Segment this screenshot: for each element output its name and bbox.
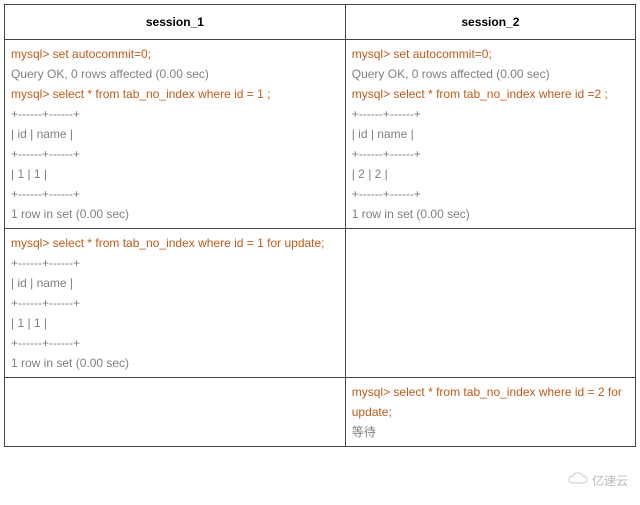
sql-line: mysql> set autocommit=0; [352, 44, 629, 64]
result-line: | 2 | 2 | [352, 164, 629, 184]
result-line: | 1 | 1 | [11, 164, 339, 184]
cell-r1-left: mysql> set autocommit=0; Query OK, 0 row… [5, 40, 346, 229]
watermark-text: 亿速云 [592, 472, 628, 489]
sql-line: mysql> select * from tab_no_index where … [11, 233, 339, 253]
result-line: +------+------+ [352, 144, 629, 164]
result-line: +------+------+ [11, 333, 339, 353]
cloud-icon [568, 472, 588, 489]
cell-r2-right [345, 229, 635, 378]
result-line: 等待 [352, 422, 629, 442]
result-line: 1 row in set (0.00 sec) [352, 204, 629, 224]
cell-r2-left: mysql> select * from tab_no_index where … [5, 229, 346, 378]
cell-r1-right: mysql> set autocommit=0; Query OK, 0 row… [345, 40, 635, 229]
watermark: 亿速云 [568, 472, 628, 489]
result-line: +------+------+ [11, 144, 339, 164]
result-line: 1 row in set (0.00 sec) [11, 204, 339, 224]
result-line: +------+------+ [11, 253, 339, 273]
result-line: +------+------+ [352, 184, 629, 204]
sql-line: mysql> select * from tab_no_index where … [352, 84, 629, 104]
result-line: +------+------+ [11, 184, 339, 204]
result-line: | id | name | [11, 124, 339, 144]
result-line: 1 row in set (0.00 sec) [11, 353, 339, 373]
sql-line: mysql> set autocommit=0; [11, 44, 339, 64]
sql-line: mysql> select * from tab_no_index where … [352, 382, 629, 422]
result-line: | id | name | [352, 124, 629, 144]
header-session-2: session_2 [345, 5, 635, 40]
result-line: | id | name | [11, 273, 339, 293]
sql-session-table: session_1 session_2 mysql> set autocommi… [4, 4, 636, 447]
result-line: +------+------+ [11, 293, 339, 313]
result-line: Query OK, 0 rows affected (0.00 sec) [11, 64, 339, 84]
header-row: session_1 session_2 [5, 5, 636, 40]
table-row: mysql> set autocommit=0; Query OK, 0 row… [5, 40, 636, 229]
result-line: | 1 | 1 | [11, 313, 339, 333]
cell-r3-right: mysql> select * from tab_no_index where … [345, 378, 635, 447]
header-session-1: session_1 [5, 5, 346, 40]
table-row: mysql> select * from tab_no_index where … [5, 378, 636, 447]
result-line: +------+------+ [352, 104, 629, 124]
result-line: +------+------+ [11, 104, 339, 124]
sql-line: mysql> select * from tab_no_index where … [11, 84, 339, 104]
result-line: Query OK, 0 rows affected (0.00 sec) [352, 64, 629, 84]
table-row: mysql> select * from tab_no_index where … [5, 229, 636, 378]
cell-r3-left [5, 378, 346, 447]
